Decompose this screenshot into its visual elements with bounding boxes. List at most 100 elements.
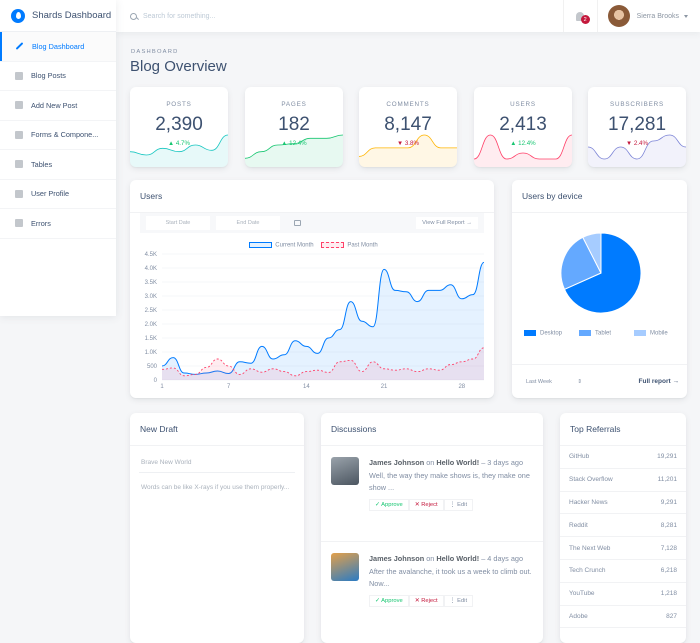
list-icon — [15, 71, 23, 80]
search-input[interactable]: Search for something... — [116, 12, 563, 20]
discussions-title: Discussions — [321, 413, 543, 446]
notifications-button[interactable]: 2 — [562, 0, 597, 32]
referral-row: YouTube 1,218 — [560, 583, 686, 606]
top-referrals-card: Top Referrals GitHub 19,291 Stack Overflow… — [560, 413, 686, 643]
comment-header: James Johnson on Hello World! – 4 days a… — [369, 553, 533, 564]
series-area-current — [162, 262, 484, 380]
referral-name: Stack Overflow — [569, 476, 613, 484]
range-select[interactable]: Last Week ⇕ — [522, 376, 586, 388]
stat-card-posts: POSTS 2,390 ▲ 4.7% — [130, 87, 228, 167]
referral-row: Adobe 827 — [560, 606, 686, 629]
full-report-link[interactable]: Full report → — [639, 378, 679, 385]
edit-icon — [15, 42, 24, 51]
user-menu[interactable]: Sierra Brooks — [596, 0, 700, 32]
referral-value: 8,281 — [660, 521, 677, 529]
legend-past-label: Past Month — [347, 242, 378, 249]
y-tick-label: 0 — [154, 378, 158, 384]
referral-value: 9,291 — [660, 498, 677, 506]
referral-value: 6,218 — [660, 567, 677, 575]
sidebar-item-label: Blog Posts — [31, 71, 66, 81]
approve-button[interactable]: ✓ Approve — [369, 499, 409, 511]
calendar-icon[interactable] — [294, 220, 301, 226]
stat-sparkline — [474, 134, 572, 167]
stat-change: ▲ 12.4% — [281, 140, 307, 147]
select-arrows-icon: ⇕ — [577, 378, 582, 385]
stat-change: ▼ 2.4% — [626, 140, 648, 147]
y-tick-label: 1.0K — [145, 350, 157, 356]
stat-label: COMMENTS — [386, 101, 430, 108]
date-range-bar: Start Date End Date View Full Report → — [140, 213, 484, 233]
search-placeholder: Search for something... — [143, 12, 216, 20]
approve-button[interactable]: ✓ Approve — [369, 595, 409, 607]
draft-body-textarea[interactable]: Words can be like X-rays if you use them… — [139, 479, 295, 497]
legend-item-desktop: Desktop — [524, 330, 569, 337]
stat-label: PAGES — [281, 101, 307, 108]
stat-label: POSTS — [166, 101, 192, 108]
brand-name: Shards Dashboard — [32, 10, 112, 21]
device-card-footer: Last Week ⇕ Full report → — [512, 364, 687, 398]
x-tick-label: 21 — [381, 384, 388, 390]
legend-swatch — [524, 330, 536, 336]
reject-button[interactable]: ✕ Reject — [408, 595, 444, 607]
x-tick-label: 28 — [458, 384, 465, 390]
chart-legend: Current Month Past Month — [130, 242, 494, 249]
discussion-item: James Johnson on Hello World! – 4 days a… — [321, 541, 543, 636]
referral-name: Reddit — [569, 521, 588, 529]
referral-name: YouTube — [569, 590, 595, 598]
sidebar-item-blog-dashboard[interactable]: Blog Dashboard — [0, 32, 116, 62]
comment-post-link[interactable]: Hello World! — [436, 458, 479, 467]
comment-author[interactable]: James Johnson — [369, 554, 424, 563]
brand[interactable]: Shards Dashboard — [0, 0, 116, 32]
referral-name: GitHub — [569, 453, 590, 461]
comment-time: – 3 days ago — [481, 458, 524, 467]
sidebar-item-tables[interactable]: Tables — [0, 150, 116, 180]
y-tick-label: 4.0K — [145, 266, 157, 272]
sidebar-item-errors[interactable]: Errors — [0, 209, 116, 239]
referral-value: 7,128 — [660, 544, 677, 552]
sidebar-item-label: Forms & Compone... — [31, 130, 99, 140]
error-icon — [15, 219, 23, 228]
edit-button[interactable]: ⋮ Edit — [443, 499, 474, 511]
legend-item-mobile: Mobile — [634, 330, 679, 337]
sidebar-item-blog-posts[interactable]: Blog Posts — [0, 62, 116, 91]
stat-card-users: USERS 2,413 ▲ 12.4% — [474, 87, 572, 167]
stat-card-comments: COMMENTS 8,147 ▼ 3.8% — [359, 87, 457, 167]
sidebar-item-user-profile[interactable]: User Profile — [0, 180, 116, 209]
grid-icon — [15, 130, 23, 139]
comment-post-link[interactable]: Hello World! — [436, 554, 479, 563]
referral-value: 19,291 — [657, 453, 677, 461]
referral-name: The Next Web — [569, 544, 611, 552]
draft-title-input[interactable]: Brave New World — [139, 455, 295, 473]
legend-swatch — [579, 330, 591, 336]
users-card: Users Start Date End Date View Full Repo… — [130, 180, 494, 398]
referral-row: Hacker News 9,291 — [560, 492, 686, 515]
y-tick-label: 4.5K — [145, 252, 157, 258]
reject-button[interactable]: ✕ Reject — [408, 499, 444, 511]
referral-row: Tech Crunch 6,218 — [560, 560, 686, 583]
sidebar-item-add-new-post[interactable]: Add New Post — [0, 91, 116, 121]
edit-button[interactable]: ⋮ Edit — [443, 595, 474, 607]
referral-row: Stack Overflow 11,201 — [560, 469, 686, 492]
legend-item-tablet: Tablet — [579, 330, 624, 337]
stat-sparkline — [245, 134, 343, 167]
stat-sparkline — [130, 134, 228, 167]
referral-row: The Next Web 7,128 — [560, 537, 686, 560]
stat-label: USERS — [510, 101, 536, 108]
referral-row: Reddit 8,281 — [560, 514, 686, 538]
sidebar-item-forms-compone[interactable]: Forms & Compone... — [0, 121, 116, 150]
stat-change: ▲ 12.4% — [510, 140, 536, 147]
comment-author[interactable]: James Johnson — [369, 458, 424, 467]
discussions-card: Discussions James Johnson on Hello World… — [321, 413, 543, 643]
comment-text: Well, the way they make shows is, they m… — [369, 471, 530, 492]
users-by-device-card: Users by device Desktop Tablet Mobile Last… — [512, 180, 687, 398]
users-card-title: Users — [130, 180, 494, 213]
stat-label: SUBSCRIBERS — [610, 101, 664, 108]
end-date-input[interactable]: End Date — [216, 216, 280, 230]
view-full-report-button[interactable]: View Full Report → — [416, 217, 478, 229]
start-date-input[interactable]: Start Date — [146, 216, 210, 230]
device-legend: Desktop Tablet Mobile — [524, 330, 679, 337]
legend-past-swatch — [321, 242, 345, 248]
comment-time: – 4 days ago — [481, 554, 524, 563]
referral-value: 827 — [666, 612, 677, 620]
file-icon — [15, 101, 23, 110]
